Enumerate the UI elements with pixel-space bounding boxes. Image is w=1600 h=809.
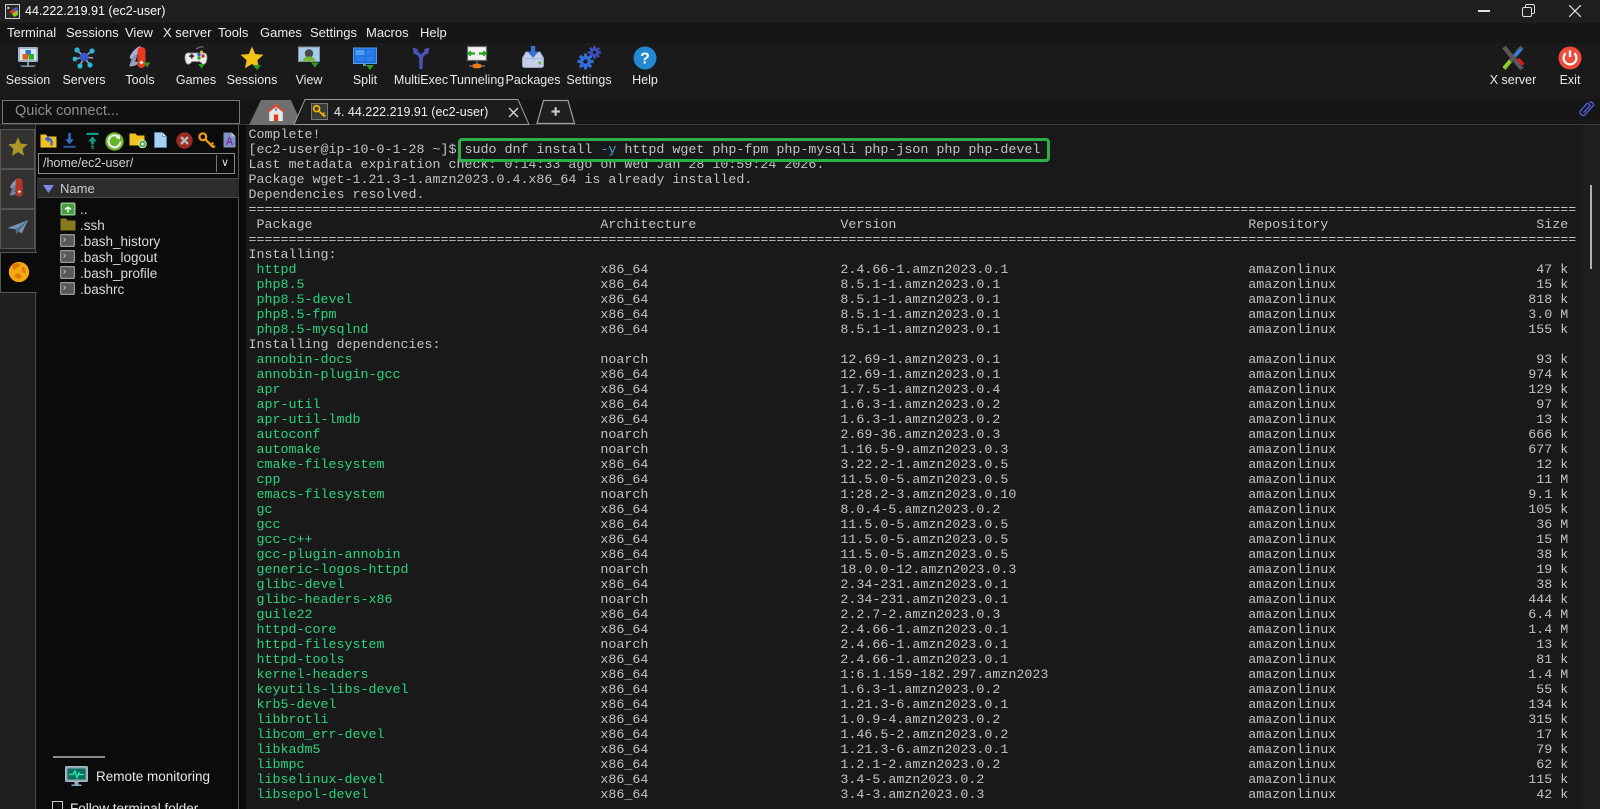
- svg-text:?: ?: [640, 51, 650, 68]
- svg-text:A: A: [226, 136, 234, 148]
